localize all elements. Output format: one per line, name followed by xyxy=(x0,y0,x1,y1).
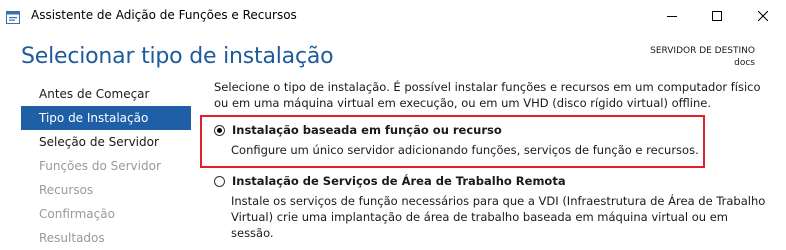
nav-item-resultados: Resultados xyxy=(39,231,105,245)
server-manager-icon xyxy=(6,9,20,24)
nav-item-tipo-de-instalacao[interactable]: Tipo de Instalação xyxy=(21,106,191,130)
close-button[interactable] xyxy=(740,0,786,31)
maximize-button[interactable] xyxy=(694,0,740,31)
nav-item-selecao-de-servidor[interactable]: Seleção de Servidor xyxy=(21,130,191,154)
option-title[interactable]: Instalação de Serviços de Área de Trabal… xyxy=(232,174,566,188)
window-title: Assistente de Adição de Funções e Recurs… xyxy=(31,8,297,22)
destination-server: SERVIDOR DE DESTINO docs xyxy=(650,45,755,69)
destination-value: docs xyxy=(734,58,755,68)
nav-item-recursos: Recursos xyxy=(39,183,94,197)
minimize-icon xyxy=(667,15,677,17)
minimize-button[interactable] xyxy=(649,0,695,31)
nav-item-confirmacao: Confirmação xyxy=(39,207,115,221)
maximize-icon xyxy=(712,10,722,21)
page-title: Selecionar tipo de instalação xyxy=(21,44,334,69)
nav-item-funcoes-do-servidor: Funções do Servidor xyxy=(39,159,161,173)
wizard-nav: Antes de Começar Tipo de Instalação Sele… xyxy=(21,82,191,250)
intro-text: Selecione o tipo de instalação. É possív… xyxy=(214,80,761,110)
close-icon xyxy=(758,10,768,21)
nav-item-antes-de-comecar[interactable]: Antes de Começar xyxy=(21,82,191,106)
content-pane: Selecione o tipo de instalação. É possív… xyxy=(214,79,774,240)
option-description: Instale os serviços de função necessário… xyxy=(231,194,766,240)
highlight-box xyxy=(200,115,705,168)
title-bar: Assistente de Adição de Funções e Recurs… xyxy=(0,0,786,31)
radio-remote-desktop[interactable] xyxy=(214,176,225,187)
destination-label: SERVIDOR DE DESTINO xyxy=(650,46,755,56)
